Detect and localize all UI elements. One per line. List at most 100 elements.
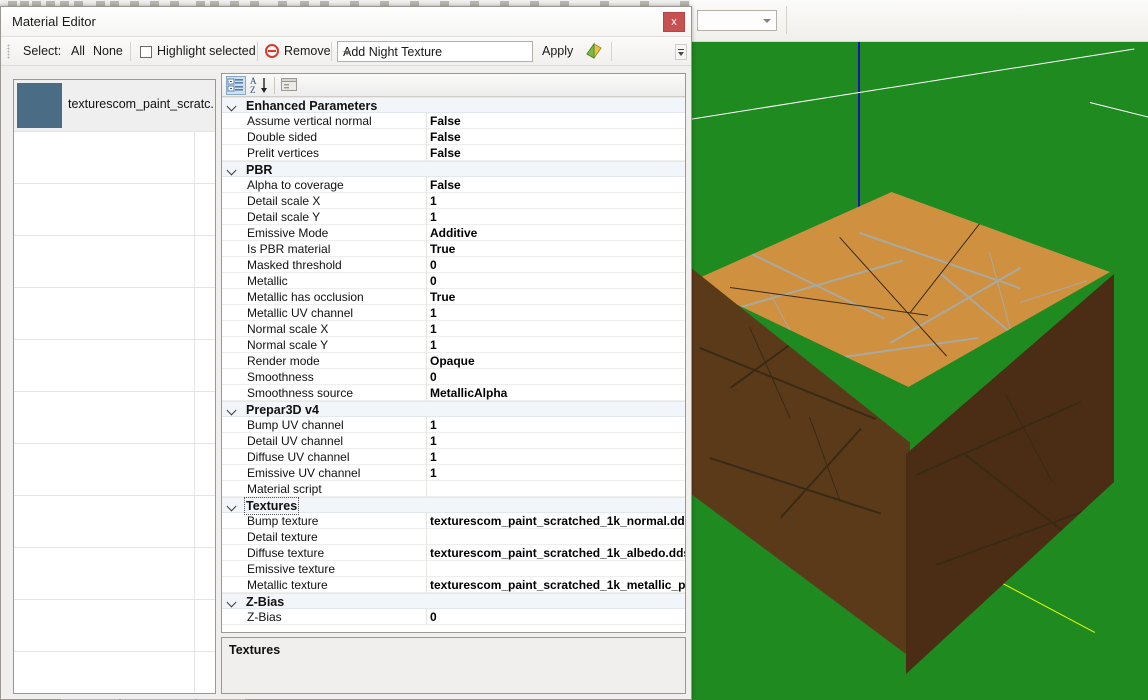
chevron-down-icon[interactable] bbox=[228, 502, 237, 511]
property-row[interactable]: Bump texture texturescom_paint_scratched_… bbox=[222, 513, 685, 529]
list-item-empty bbox=[14, 236, 215, 288]
property-row[interactable]: Metallic has occlusion True bbox=[222, 289, 685, 305]
property-name: Double sided bbox=[247, 130, 318, 144]
property-row[interactable]: Metallic texture texturescom_paint_scratc… bbox=[222, 577, 685, 593]
property-category-z-bias[interactable]: Z-Bias bbox=[222, 593, 685, 609]
property-value[interactable]: 1 bbox=[430, 322, 685, 336]
property-value[interactable]: texturescom_paint_scratched_1k_metallic_… bbox=[430, 578, 685, 592]
property-row[interactable]: Emissive texture bbox=[222, 561, 685, 577]
property-value[interactable]: False bbox=[430, 114, 685, 128]
property-value[interactable]: False bbox=[430, 130, 685, 144]
property-value[interactable]: MetallicAlpha bbox=[430, 386, 685, 400]
alphabetical-sort-icon[interactable]: A Z bbox=[250, 76, 270, 95]
chevron-down-icon[interactable] bbox=[228, 598, 237, 607]
property-row[interactable]: Diffuse UV channel 1 bbox=[222, 449, 685, 465]
material-thumbnail bbox=[17, 83, 62, 128]
property-pages-icon[interactable] bbox=[280, 76, 300, 95]
property-name: Metallic texture bbox=[247, 578, 328, 592]
property-row[interactable]: Assume vertical normal False bbox=[222, 113, 685, 129]
property-value[interactable]: Additive bbox=[430, 226, 685, 240]
property-row[interactable]: Metallic UV channel 1 bbox=[222, 305, 685, 321]
property-name: Normal scale Y bbox=[247, 338, 329, 352]
toolbar-separator bbox=[130, 42, 131, 61]
dialog-titlebar[interactable]: Material Editor x bbox=[1, 7, 691, 37]
property-name: Bump texture bbox=[247, 514, 319, 528]
property-name: Normal scale X bbox=[247, 322, 329, 336]
property-row[interactable]: Metallic 0 bbox=[222, 273, 685, 289]
toolbar-overflow-icon[interactable] bbox=[675, 44, 687, 60]
property-category-enhanced-parameters[interactable]: Enhanced Parameters bbox=[222, 97, 685, 113]
property-value[interactable]: texturescom_paint_scratched_1k_albedo.dd… bbox=[430, 546, 685, 560]
property-value[interactable]: 1 bbox=[430, 466, 685, 480]
select-all-button[interactable]: All bbox=[71, 44, 85, 58]
chevron-down-icon[interactable] bbox=[228, 102, 237, 111]
property-row[interactable]: Bump UV channel 1 bbox=[222, 417, 685, 433]
property-value[interactable]: 1 bbox=[430, 434, 685, 448]
property-row[interactable]: Double sided False bbox=[222, 129, 685, 145]
property-name: Bump UV channel bbox=[247, 418, 344, 432]
material-list[interactable]: texturescom_paint_scratc... bbox=[13, 79, 216, 694]
property-row[interactable]: Prelit vertices False bbox=[222, 145, 685, 161]
column-divider bbox=[426, 561, 427, 577]
property-row[interactable]: Is PBR material True bbox=[222, 241, 685, 257]
property-row[interactable]: Normal scale Y 1 bbox=[222, 337, 685, 353]
toolbar-grip[interactable] bbox=[7, 44, 10, 59]
property-category-pbr[interactable]: PBR bbox=[222, 161, 685, 177]
property-description-pane: Textures bbox=[221, 637, 686, 694]
property-row[interactable]: Detail UV channel 1 bbox=[222, 433, 685, 449]
property-value[interactable]: True bbox=[430, 290, 685, 304]
property-row[interactable]: Detail texture bbox=[222, 529, 685, 545]
property-category-prepar3d-v4[interactable]: Prepar3D v4 bbox=[222, 401, 685, 417]
night-texture-combo[interactable]: Add Night Texture bbox=[337, 41, 533, 62]
host-app-combo[interactable] bbox=[697, 10, 777, 31]
property-value[interactable]: texturescom_paint_scratched_1k_normal.dd… bbox=[430, 514, 685, 528]
property-row[interactable]: Detail scale Y 1 bbox=[222, 209, 685, 225]
property-value[interactable]: 1 bbox=[430, 338, 685, 352]
property-value[interactable]: 0 bbox=[430, 274, 685, 288]
property-row[interactable]: Emissive Mode Additive bbox=[222, 225, 685, 241]
column-divider bbox=[426, 481, 427, 497]
property-value[interactable]: Opaque bbox=[430, 354, 685, 368]
chevron-down-icon[interactable] bbox=[228, 406, 237, 415]
property-row[interactable]: Normal scale X 1 bbox=[222, 321, 685, 337]
property-value[interactable]: 1 bbox=[430, 306, 685, 320]
property-value[interactable]: 1 bbox=[430, 210, 685, 224]
property-value[interactable]: False bbox=[430, 146, 685, 160]
property-row[interactable]: Diffuse texture texturescom_paint_scratch… bbox=[222, 545, 685, 561]
apply-button[interactable]: Apply bbox=[542, 44, 573, 58]
property-grid-toolbar: A Z bbox=[222, 74, 685, 97]
property-row[interactable]: Alpha to coverage False bbox=[222, 177, 685, 193]
property-row[interactable]: Material script bbox=[222, 481, 685, 497]
categorized-view-icon[interactable] bbox=[226, 76, 246, 95]
property-row[interactable]: Z-Bias 0 bbox=[222, 609, 685, 625]
highlight-selected-checkbox[interactable] bbox=[140, 46, 152, 58]
toolbar-separator bbox=[257, 42, 258, 61]
property-row[interactable]: Emissive UV channel 1 bbox=[222, 465, 685, 481]
property-row[interactable]: Smoothness 0 bbox=[222, 369, 685, 385]
property-value[interactable]: True bbox=[430, 242, 685, 256]
scene-canvas[interactable] bbox=[690, 42, 1148, 700]
property-row[interactable]: Render mode Opaque bbox=[222, 353, 685, 369]
property-row[interactable]: Detail scale X 1 bbox=[222, 193, 685, 209]
property-category-textures[interactable]: Textures bbox=[222, 497, 685, 515]
chevron-down-icon[interactable] bbox=[228, 166, 237, 175]
property-value[interactable]: 0 bbox=[430, 258, 685, 272]
property-value[interactable]: 1 bbox=[430, 418, 685, 432]
property-value[interactable]: False bbox=[430, 178, 685, 192]
property-value[interactable]: 0 bbox=[430, 370, 685, 384]
apply-icon[interactable] bbox=[585, 42, 603, 60]
property-row[interactable]: Smoothness source MetallicAlpha bbox=[222, 385, 685, 401]
property-grid[interactable]: A Z Enhanced Parameters Assume vertical … bbox=[221, 73, 686, 633]
property-name: Alpha to coverage bbox=[247, 178, 344, 192]
list-item-empty bbox=[14, 132, 215, 184]
select-none-button[interactable]: None bbox=[93, 44, 123, 58]
remove-button[interactable]: Remove bbox=[284, 44, 331, 58]
property-row[interactable]: Masked threshold 0 bbox=[222, 257, 685, 273]
close-button[interactable]: x bbox=[663, 12, 685, 32]
screen: Material Editor x Select: All None Highl… bbox=[0, 0, 1148, 700]
list-item[interactable]: texturescom_paint_scratc... bbox=[14, 80, 215, 132]
property-value[interactable]: 1 bbox=[430, 194, 685, 208]
property-value[interactable]: 1 bbox=[430, 450, 685, 464]
category-label: Z-Bias bbox=[246, 595, 285, 609]
property-value[interactable]: 0 bbox=[430, 610, 685, 624]
